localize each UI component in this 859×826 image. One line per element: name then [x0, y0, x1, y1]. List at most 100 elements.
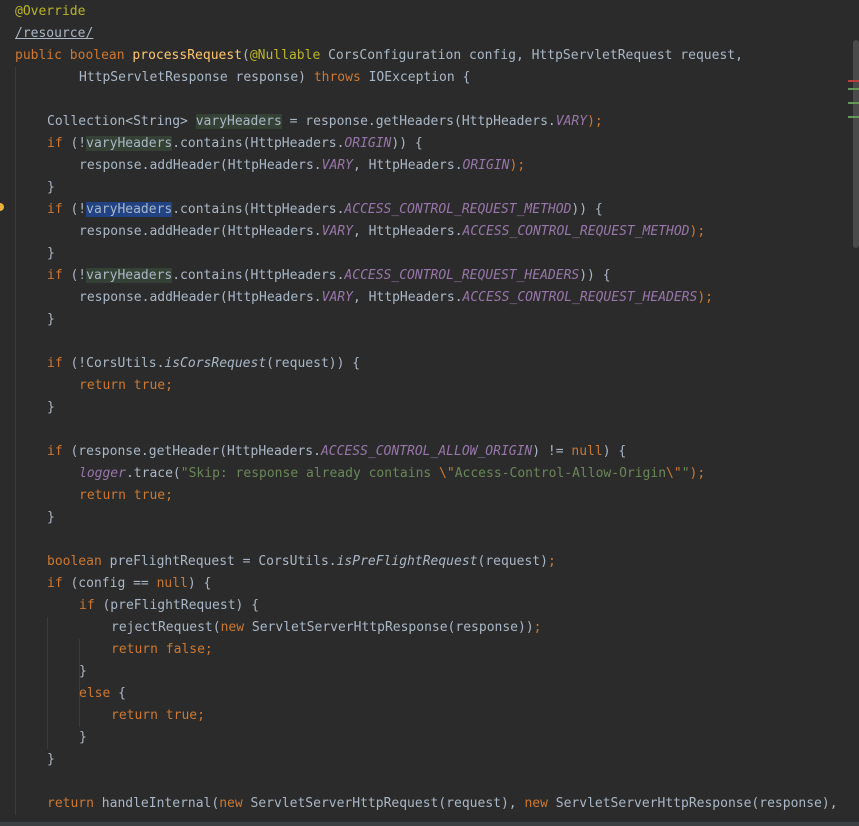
code-token: /resource/	[15, 26, 94, 41]
code-token: null	[571, 444, 603, 459]
code-line[interactable]: return handleInternal(new ServletServerH…	[47, 793, 838, 815]
code-token: "	[681, 466, 690, 481]
code-token: (request)) {	[266, 356, 361, 371]
code-token: (request)	[477, 554, 548, 569]
code-token: (	[242, 48, 250, 63]
code-token: VARY	[555, 114, 588, 129]
code-token: (preFlightRequest) {	[102, 598, 260, 613]
code-line[interactable]: else {	[79, 683, 126, 705]
code-token: if	[47, 576, 71, 591]
code-token: (response.getHeader(HttpHeaders.	[70, 444, 321, 459]
code-token: else	[79, 686, 119, 701]
indent-guide	[15, 67, 16, 815]
code-line[interactable]: if (!varyHeaders.contains(HttpHeaders.OR…	[47, 133, 423, 155]
lightbulb-icon[interactable]	[0, 203, 4, 211]
indent-guide	[47, 617, 48, 749]
code-line[interactable]: rejectRequest(new ServletServerHttpRespo…	[111, 617, 541, 639]
code-token: (config ==	[70, 576, 157, 591]
code-token: response.addHeader(HttpHeaders.	[79, 290, 322, 305]
code-token: if	[47, 444, 71, 459]
code-token: , HttpHeaders.	[352, 224, 463, 239]
code-token: HttpServletResponse response)	[79, 70, 314, 85]
code-token: .trace(	[125, 466, 181, 481]
code-line[interactable]: }	[47, 177, 55, 199]
code-line[interactable]: return true;	[79, 485, 173, 507]
change-marker[interactable]	[848, 88, 859, 90]
code-token: public	[15, 48, 70, 63]
code-line[interactable]: return true;	[79, 375, 173, 397]
code-token: boolean	[47, 554, 110, 569]
code-line[interactable]: if (!varyHeaders.contains(HttpHeaders.AC…	[47, 265, 611, 287]
code-line[interactable]: return false;	[111, 639, 213, 661]
code-token: )) {	[391, 136, 423, 151]
code-line[interactable]: }	[79, 727, 87, 749]
horizontal-scrollbar[interactable]	[0, 822, 859, 826]
code-line[interactable]: if (preFlightRequest) {	[79, 595, 259, 617]
code-token: );	[509, 158, 526, 173]
code-token: new	[219, 796, 251, 811]
code-token: , HttpHeaders.	[352, 290, 463, 305]
code-line[interactable]: }	[47, 507, 55, 529]
vertical-scrollbar[interactable]	[853, 40, 859, 248]
code-token: ;	[547, 554, 556, 569]
code-token: false;	[165, 642, 213, 657]
code-line[interactable]: response.addHeader(HttpHeaders.VARY, Htt…	[79, 287, 713, 309]
code-token: {	[118, 686, 126, 701]
code-line[interactable]: public boolean processRequest(@Nullable …	[15, 45, 743, 67]
code-token: }	[47, 246, 55, 261]
code-token: , HttpHeaders.	[352, 158, 463, 173]
code-line[interactable]: if (config == null) {	[47, 573, 211, 595]
code-line[interactable]: return true;	[111, 705, 205, 727]
code-line[interactable]: }	[47, 309, 55, 331]
code-token: ) {	[187, 576, 212, 591]
code-token: );	[689, 224, 706, 239]
code-token: throws	[313, 70, 369, 85]
code-line[interactable]: response.addHeader(HttpHeaders.VARY, Htt…	[79, 155, 525, 177]
code-token: }	[47, 510, 55, 525]
code-line[interactable]: boolean preFlightRequest = CorsUtils.isP…	[47, 551, 556, 573]
code-token: response.addHeader(HttpHeaders.	[79, 158, 322, 173]
code-token: (!	[70, 268, 87, 283]
code-token: .contains(HttpHeaders.	[172, 136, 345, 151]
code-line[interactable]: }	[47, 397, 55, 419]
code-line[interactable]: Collection<String> varyHeaders = respons…	[47, 111, 603, 133]
code-token: }	[47, 312, 55, 327]
code-token: boolean	[69, 48, 133, 63]
change-marker[interactable]	[848, 102, 859, 104]
code-line[interactable]: }	[47, 749, 55, 771]
code-token: CorsConfiguration config, HttpServletReq…	[328, 48, 743, 63]
code-token: );	[697, 290, 713, 305]
code-token: return	[79, 488, 134, 503]
code-editor[interactable]: @Override/resource/public boolean proces…	[0, 0, 859, 826]
error-marker[interactable]	[848, 80, 859, 82]
code-token: varyHeaders	[195, 114, 282, 129]
code-line[interactable]: if (!varyHeaders.contains(HttpHeaders.AC…	[47, 199, 603, 221]
code-token: varyHeaders	[86, 202, 173, 217]
code-line[interactable]: @Override	[15, 1, 85, 23]
code-token: }	[79, 730, 87, 745]
code-token: response.addHeader(HttpHeaders.	[79, 224, 322, 239]
code-token: logger	[79, 466, 126, 481]
code-token: );	[587, 114, 603, 129]
code-token: )) {	[579, 268, 611, 283]
code-line[interactable]: }	[79, 661, 87, 683]
code-line[interactable]: if (response.getHeader(HttpHeaders.ACCES…	[47, 441, 626, 463]
code-line[interactable]: logger.trace("Skip: response already con…	[79, 463, 705, 485]
code-line[interactable]: /resource/	[15, 23, 93, 45]
code-token: (!	[70, 202, 87, 217]
code-token: )) {	[571, 202, 603, 217]
code-token: ACCESS_CONTROL_REQUEST_HEADERS	[344, 268, 580, 283]
code-token: }	[47, 180, 55, 195]
code-token: ServletServerHttpResponse(response),	[555, 796, 838, 811]
code-line[interactable]: response.addHeader(HttpHeaders.VARY, Htt…	[79, 221, 705, 243]
code-line[interactable]: }	[47, 243, 55, 265]
code-line[interactable]: if (!CorsUtils.isCorsRequest(request)) {	[47, 353, 360, 375]
change-marker[interactable]	[848, 116, 859, 118]
code-line[interactable]: HttpServletResponse response) throws IOE…	[79, 67, 470, 89]
code-token: ) {	[602, 444, 627, 459]
code-token: return	[111, 708, 166, 723]
code-token: "Skip: response already contains	[180, 466, 440, 481]
code-token: );	[689, 466, 706, 481]
code-token: varyHeaders	[86, 136, 173, 151]
code-token: if	[47, 136, 71, 151]
